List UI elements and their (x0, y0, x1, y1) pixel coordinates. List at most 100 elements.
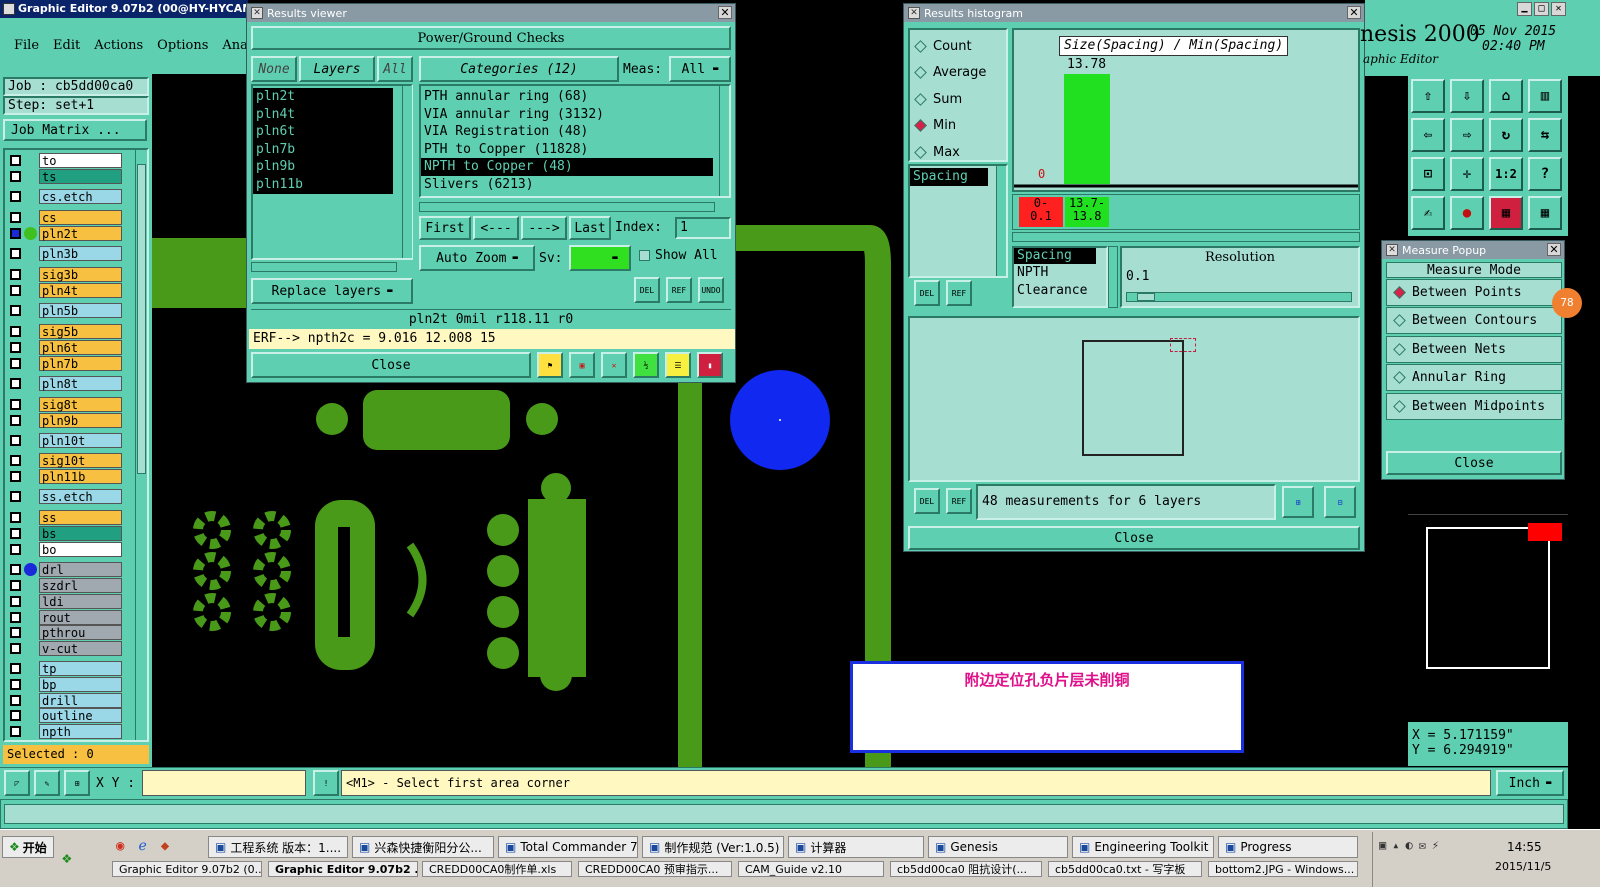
layer-row[interactable]: tp (8, 661, 122, 676)
grid-tool-icon[interactable]: ⊞ (64, 770, 90, 796)
layer-results-hscroll[interactable] (251, 262, 397, 272)
layers-compare-icon[interactable]: ▦ (1489, 196, 1523, 230)
layer-checkbox[interactable] (10, 726, 21, 737)
layer-checkbox[interactable] (10, 627, 21, 638)
stat-option[interactable]: Sum (914, 87, 1006, 113)
histogram-close-button[interactable]: Close (908, 526, 1360, 550)
measure-mode-option[interactable]: Between Midpoints (1386, 392, 1562, 420)
taskbar-item[interactable]: ▣ 兴森快捷衡阳分公... (352, 836, 494, 858)
layer-row[interactable]: pln6t (8, 340, 122, 355)
taskbar-item[interactable]: CREDD00CA0制作单.xls (422, 861, 572, 877)
preview-ref-button[interactable]: REF (946, 488, 972, 514)
ref-button[interactable]: REF (666, 277, 692, 303)
category-item[interactable]: PTH to Copper (11828) (421, 141, 713, 159)
prev-button[interactable]: <--- (473, 216, 519, 240)
pan-left-icon[interactable]: ⇦ (1411, 118, 1445, 152)
layer-row[interactable]: pln8t (8, 376, 122, 391)
step-icon[interactable]: ½ (633, 352, 659, 378)
taskbar-item[interactable]: ▣ 工程系统 版本：1.... (208, 836, 348, 858)
category-item[interactable]: VIA Registration (48) (421, 123, 713, 141)
maximize-icon[interactable]: □ (1534, 2, 1549, 16)
histogram-titlebar[interactable]: ✕ Results histogram ✕ (904, 4, 1364, 22)
taskbar-item[interactable]: ▣ Progress (1218, 836, 1358, 858)
redraw-icon[interactable]: ↻ (1489, 118, 1523, 152)
layer-row[interactable]: sig3b (8, 267, 122, 282)
layer-row[interactable]: bo (8, 542, 122, 557)
layer-checkbox[interactable] (10, 544, 21, 555)
result-layer-item[interactable]: pln11b (253, 175, 393, 194)
layer-row[interactable]: outline (8, 708, 122, 723)
draw-tool-icon[interactable]: ✎ (34, 770, 60, 796)
layer-checkbox[interactable] (10, 212, 21, 223)
menu-analysis[interactable]: Ana (222, 38, 248, 53)
taskbar-item[interactable]: cb5dd00ca0 阻抗设计(... (890, 861, 1042, 877)
layer-row[interactable]: sig5b (8, 324, 122, 339)
layer-row[interactable]: bs (8, 526, 122, 541)
close-icon[interactable]: ✕ (718, 6, 732, 19)
layer-checkbox[interactable] (10, 612, 21, 623)
sv-color-dropdown[interactable]: ▬ (569, 245, 631, 271)
measure-mode-option[interactable]: Between Nets (1386, 335, 1562, 363)
result-layer-item[interactable]: pln4t (253, 105, 393, 124)
measure-mode-option[interactable]: Annular Ring (1386, 364, 1562, 392)
hist-ref-button[interactable]: REF (946, 280, 972, 306)
swap-icon[interactable]: ⇆ (1528, 118, 1562, 152)
type-vscroll[interactable] (996, 166, 1006, 276)
layer-checkbox[interactable] (10, 643, 21, 654)
split-view-icon[interactable]: ▥ (1528, 79, 1562, 113)
scale-icon[interactable]: 1:2 (1489, 157, 1523, 191)
layer-row[interactable]: pln3b (8, 246, 122, 261)
taskbar-item[interactable]: Graphic Editor 9.07b2 (0... (112, 861, 262, 877)
layer-checkbox[interactable] (10, 171, 21, 182)
layer-row[interactable]: sig10t (8, 453, 122, 468)
close-icon[interactable]: ✕ (1347, 6, 1361, 19)
chrome-icon[interactable]: ◉ (116, 838, 124, 854)
measure-close-button[interactable]: Close (1386, 451, 1562, 475)
result-layer-item[interactable]: pln9b (253, 158, 393, 176)
layer-row[interactable]: pln7b (8, 356, 122, 371)
layer-checkbox[interactable] (10, 491, 21, 502)
none-button[interactable]: None (251, 56, 297, 82)
layer-row[interactable]: pln5b (8, 303, 122, 318)
layer-row[interactable]: ldi (8, 594, 122, 609)
zoom-home-icon[interactable]: ⇧ (1411, 79, 1445, 113)
result-layer-item[interactable]: pln2t (253, 88, 393, 106)
kinds-vscroll[interactable] (1108, 246, 1118, 308)
result-layer-item[interactable]: pln7b (253, 140, 393, 159)
layer-row[interactable]: sig8t (8, 397, 122, 412)
start-button[interactable]: ❖ 开始 (2, 836, 54, 858)
layer-row[interactable]: pthrou (8, 625, 122, 640)
histogram-icon[interactable]: ▮ (697, 352, 723, 378)
layer-results-vscroll[interactable] (402, 86, 412, 258)
kind-npth[interactable]: NPTH (1014, 264, 1106, 282)
preview-del-button[interactable]: DEL (914, 488, 940, 514)
zoom-next-icon[interactable]: ⊟ (1324, 486, 1356, 518)
layer-row[interactable]: drl (8, 562, 122, 577)
stat-option[interactable]: Average (914, 60, 1006, 86)
stat-option[interactable]: Count (914, 34, 1006, 60)
measure-tool-icon[interactable]: ✍ (1411, 196, 1445, 230)
snap-icon[interactable]: ● (1450, 196, 1484, 230)
layer-checkbox[interactable] (10, 269, 21, 280)
auto-zoom-dropdown[interactable]: Auto Zoom ▬ (419, 245, 535, 271)
category-item[interactable]: VIA annular ring (3132) (421, 106, 713, 124)
layer-checkbox[interactable] (10, 326, 21, 337)
kind-spacing[interactable]: Spacing (1014, 248, 1096, 264)
show-all-checkbox[interactable] (639, 250, 650, 261)
layer-checkbox[interactable] (10, 710, 21, 721)
layer-checkbox[interactable] (10, 455, 21, 466)
zoom-down-icon[interactable]: ⇩ (1450, 79, 1484, 113)
layer-checkbox[interactable] (10, 695, 21, 706)
job-matrix-button[interactable]: Job Matrix ... (3, 119, 147, 141)
categories-button[interactable]: Categories (12) (419, 56, 619, 82)
type-item[interactable]: Spacing (910, 168, 988, 186)
layer-checkbox[interactable] (10, 342, 21, 353)
layer-row[interactable]: pln11b (8, 469, 122, 484)
menu-options[interactable]: Options (157, 38, 208, 53)
taskbar-item[interactable]: CREDD00CA0 预审指示... (578, 861, 732, 877)
hist-del-button[interactable]: DEL (914, 280, 940, 306)
layer-checkbox[interactable] (10, 471, 21, 482)
measure-titlebar[interactable]: ✕ Measure Popup ✕ (1382, 241, 1564, 259)
layer-row[interactable]: v-cut (8, 641, 122, 656)
result-layer-item[interactable]: pln6t (253, 123, 393, 141)
